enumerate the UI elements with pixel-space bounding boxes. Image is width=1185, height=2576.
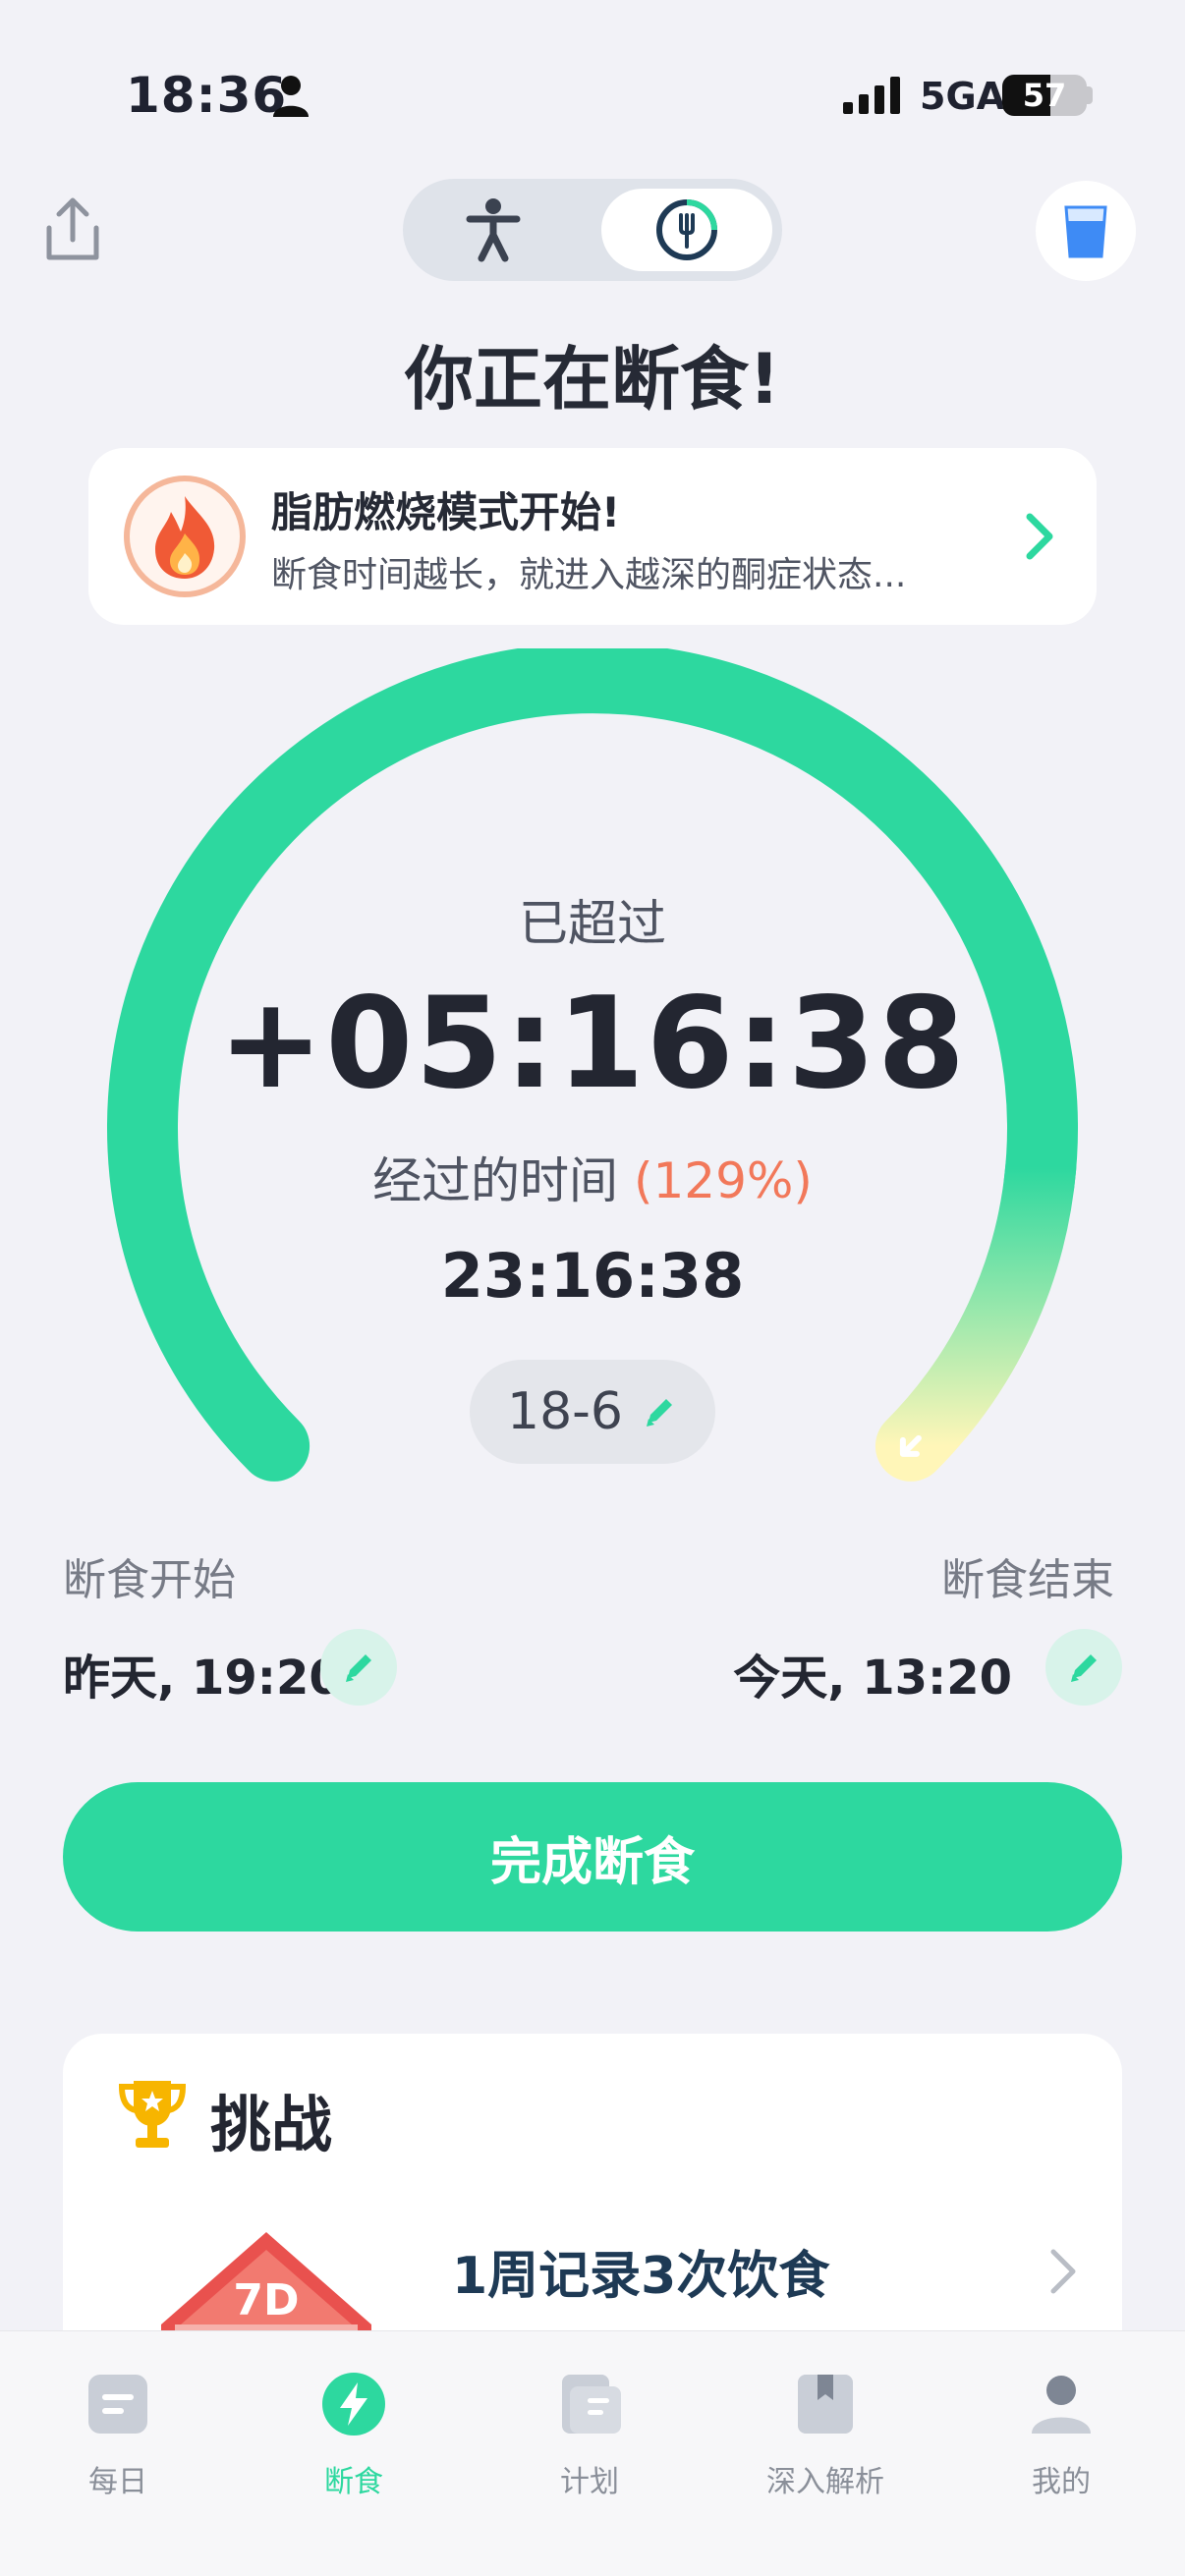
banner-title: 脂肪燃烧模式开始! xyxy=(271,488,621,536)
fast-start-label: 断食开始 xyxy=(63,1555,236,1605)
flame-badge xyxy=(124,476,246,597)
fat-burning-banner[interactable]: 脂肪燃烧模式开始! 断食时间越长，就进入越深的酮症状态... xyxy=(88,448,1097,625)
battery-percent: 57 xyxy=(1022,77,1067,114)
accessibility-person-icon xyxy=(466,198,521,262)
tab-plan[interactable]: 计划 xyxy=(472,2355,707,2499)
mode-segmented-control xyxy=(403,179,782,281)
challenge-item-label[interactable]: 1周记录3次饮食 xyxy=(452,2234,829,2308)
chevron-right-icon[interactable] xyxy=(1044,2244,1083,2299)
bookmark-book-icon xyxy=(798,2375,853,2434)
badge-text: 7D xyxy=(233,2275,299,2325)
plan-label: 18-6 xyxy=(506,1382,623,1441)
tab-body-mode[interactable] xyxy=(403,179,584,281)
tab-label: 深入解析 xyxy=(766,2465,884,2499)
tab-fasting-mode[interactable] xyxy=(601,189,772,271)
tab-daily[interactable]: 每日 xyxy=(0,2355,236,2499)
plan-list-icon xyxy=(562,2375,621,2434)
daily-card-icon xyxy=(88,2375,147,2434)
lightning-icon xyxy=(322,2373,385,2436)
cellular-signal-icon xyxy=(843,77,900,114)
banner-subtitle: 断食时间越长，就进入越深的酮症状态... xyxy=(271,555,907,595)
fork-clock-icon xyxy=(656,199,717,260)
elapsed-label-row: 经过的时间 (129%) xyxy=(0,1142,1185,1212)
fast-end-label: 断食结束 xyxy=(941,1555,1114,1605)
edit-end-time-button[interactable] xyxy=(1045,1629,1122,1706)
pencil-icon xyxy=(346,1654,371,1682)
network-type: 5GA xyxy=(920,75,1006,118)
fast-end-time: 今天, 13:20 xyxy=(733,1651,1012,1706)
tab-label: 计划 xyxy=(560,2465,619,2499)
status-time: 18:36 xyxy=(126,67,288,124)
elapsed-percent: (129%) xyxy=(633,1152,813,1209)
flame-icon xyxy=(155,496,215,579)
chevron-right-icon xyxy=(1026,513,1053,560)
tab-label: 我的 xyxy=(1032,2465,1091,2499)
person-icon xyxy=(273,76,309,117)
tab-label: 断食 xyxy=(324,2465,383,2499)
elapsed-time: 23:16:38 xyxy=(440,1240,745,1312)
share-upload-icon[interactable] xyxy=(35,193,110,267)
tab-label: 每日 xyxy=(88,2465,147,2499)
challenge-title: 挑战 xyxy=(210,2089,333,2160)
trophy-icon xyxy=(118,2081,187,2148)
tab-insights[interactable]: 深入解析 xyxy=(707,2355,943,2499)
profile-icon xyxy=(1032,2376,1091,2434)
plan-selector-button[interactable]: 18-6 xyxy=(470,1360,715,1464)
pencil-icon xyxy=(1071,1654,1097,1682)
overtime-caption: 已超过 xyxy=(519,895,666,952)
battery-indicator: 57 xyxy=(1002,75,1087,116)
tab-profile[interactable]: 我的 xyxy=(943,2355,1179,2499)
page-title: 你正在断食! xyxy=(405,339,780,420)
fast-start-time: 昨天, 19:20 xyxy=(63,1651,342,1706)
elapsed-label: 经过的时间 xyxy=(372,1152,619,1209)
water-glass-icon xyxy=(1064,205,1107,258)
tab-fasting[interactable]: 断食 xyxy=(236,2355,472,2499)
water-log-button[interactable] xyxy=(1036,181,1136,281)
bottom-tab-bar: 每日 断食 计划 深入解析 我的 xyxy=(0,2330,1185,2576)
pencil-icon xyxy=(647,1399,672,1427)
finish-fast-button[interactable]: 完成断食 xyxy=(63,1782,1122,1932)
overtime-counter: +05:16:38 xyxy=(218,971,967,1117)
battery-tip xyxy=(1087,86,1093,104)
edit-start-time-button[interactable] xyxy=(320,1629,397,1706)
